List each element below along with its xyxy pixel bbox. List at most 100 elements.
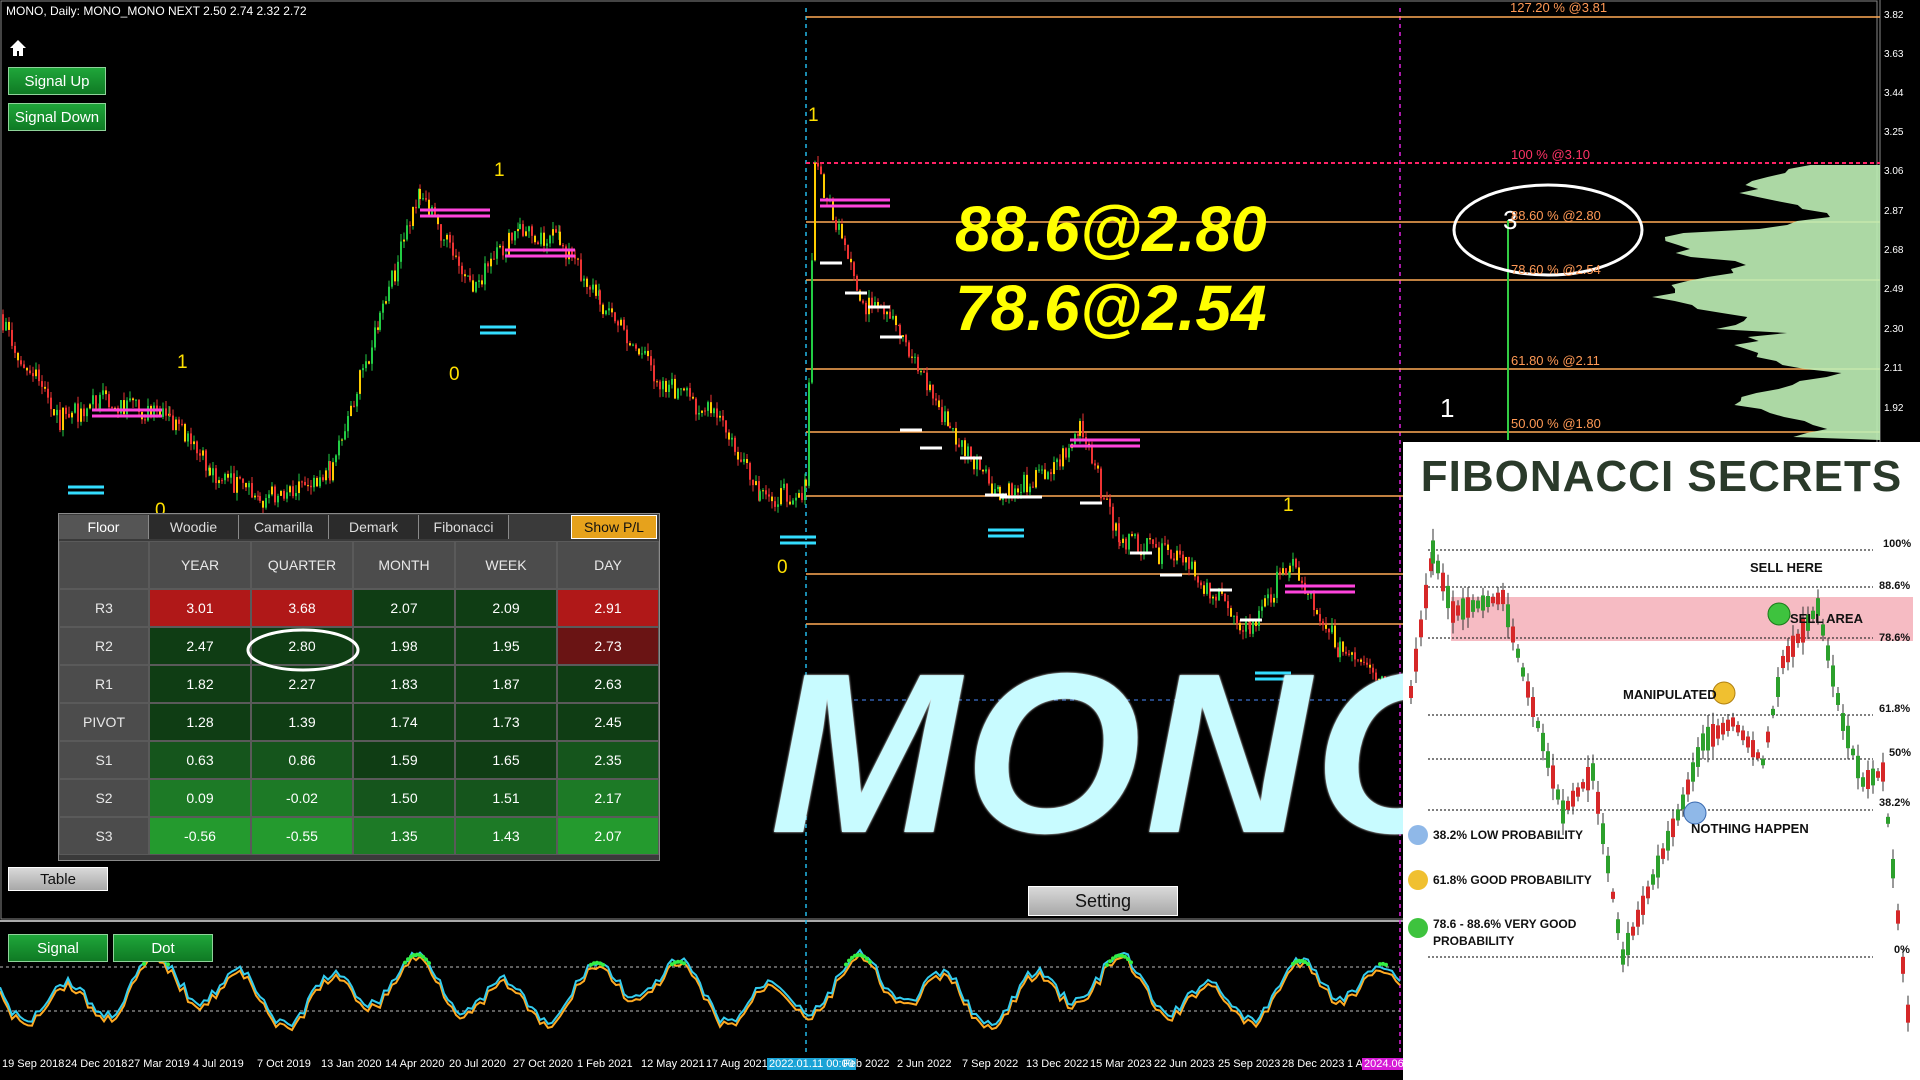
fib-candle-body (1696, 747, 1700, 767)
candle-body (514, 231, 516, 241)
candle-body (762, 490, 764, 492)
osc-dot-button[interactable]: Dot (113, 934, 213, 962)
tab-floor[interactable]: Floor (59, 515, 149, 539)
fib-candle-body (1646, 886, 1650, 899)
candle-body (271, 486, 273, 495)
fib-level-786: 78.6% (1879, 632, 1911, 644)
candle-body (808, 382, 810, 486)
candle-body (319, 477, 321, 487)
candle-body (1020, 491, 1022, 493)
fib-candle-body (1566, 800, 1570, 810)
candle-body (1270, 594, 1272, 603)
candle-body (780, 488, 782, 505)
time-tick: 7 Oct 2019 (257, 1058, 311, 1070)
candle-body (704, 410, 706, 412)
legend-dot-low (1408, 825, 1428, 845)
pivot-value-cell: 2.35 (557, 741, 659, 779)
candle-body (577, 258, 579, 260)
pivot-table: Floor Woodie Camarilla Demark Fibonacci … (58, 513, 660, 861)
candle-body (991, 483, 993, 494)
candle-body (329, 461, 331, 481)
time-tick: 27 Mar 2019 (128, 1058, 190, 1070)
candle-body (1112, 506, 1114, 531)
candle-body (83, 408, 85, 417)
osc-signal-button[interactable]: Signal (8, 934, 108, 962)
fib-candle-body (1736, 724, 1740, 733)
candle-body (1279, 571, 1281, 574)
candle-body (583, 278, 585, 281)
candle-body (938, 400, 940, 408)
candle-body (379, 312, 381, 330)
candle-body (689, 388, 691, 397)
candle-body (710, 402, 712, 414)
candle-body (958, 444, 960, 447)
candle-body (967, 446, 969, 457)
candle-body (41, 381, 43, 387)
pivot-value-cell: 1.65 (455, 741, 557, 779)
candle-body (955, 428, 957, 445)
candle-body (1319, 614, 1321, 622)
signal-up-button[interactable]: Signal Up (8, 67, 106, 95)
candle-body (759, 491, 761, 501)
fib-candle-body (1526, 681, 1530, 698)
candle-body (205, 450, 207, 471)
candle-body (129, 398, 131, 401)
tab-woodie[interactable]: Woodie (149, 515, 239, 539)
show-pl-button[interactable]: Show P/L (571, 515, 657, 539)
fib-candle-body (1461, 598, 1465, 620)
pivot-value-cell: 1.51 (455, 779, 557, 817)
candle-body (262, 500, 264, 508)
candle-body (929, 384, 931, 391)
pivot-value-cell: 1.35 (353, 817, 455, 855)
candle-body (1258, 610, 1260, 627)
candle-body (976, 458, 978, 470)
candle-body (1131, 534, 1133, 536)
pivot-value-cell: 0.63 (149, 741, 251, 779)
table-button[interactable]: Table (8, 867, 108, 891)
candle-body (301, 481, 303, 483)
candle-body (902, 335, 904, 337)
candle-body (765, 490, 767, 495)
home-icon[interactable] (8, 38, 28, 58)
fib-candle-body (1866, 770, 1870, 789)
time-tick: 12 May 2021 (641, 1058, 705, 1070)
candle-body (659, 381, 661, 390)
osc-dot (1126, 957, 1130, 962)
fib-level-382: 38.2% (1879, 797, 1911, 809)
pivot-value-cell: 1.98 (353, 627, 455, 665)
candle-body (844, 238, 846, 246)
candle-body (406, 225, 408, 240)
time-tick: 1 A (1347, 1058, 1363, 1070)
candle-body (671, 378, 673, 385)
pivot-value-cell: 1.87 (455, 665, 557, 703)
osc-dot (844, 962, 848, 967)
candle-body (786, 483, 788, 502)
tab-camarilla[interactable]: Camarilla (239, 515, 329, 539)
tab-fibonacci[interactable]: Fibonacci (419, 515, 509, 539)
candle-body (347, 416, 349, 432)
fib-candle-body (1596, 791, 1600, 814)
candle-body (344, 431, 346, 440)
candle-body (202, 450, 204, 456)
candle-body (242, 478, 244, 483)
candle-body (602, 304, 604, 315)
candle-body (233, 473, 235, 493)
signal-down-button[interactable]: Signal Down (8, 103, 106, 131)
fib-candle-body (1711, 724, 1715, 747)
candle-body (853, 262, 855, 276)
candle-body (1097, 465, 1099, 469)
fib-candle-body (1731, 717, 1735, 727)
candle-body (1203, 585, 1205, 594)
candle-body (635, 344, 637, 349)
candle-body (546, 243, 548, 246)
candle-body (1224, 593, 1226, 602)
time-tick: 2 Jun 2022 (897, 1058, 952, 1070)
fib-candle-body (1476, 600, 1480, 609)
wave-label: 1 (177, 352, 188, 373)
candle-body (47, 388, 49, 398)
fib-candle-body (1611, 891, 1615, 899)
setting-button[interactable]: Setting (1028, 886, 1178, 916)
tab-demark[interactable]: Demark (329, 515, 419, 539)
price-tick: 3.44 (1884, 88, 1904, 99)
candle-body (1119, 542, 1121, 544)
